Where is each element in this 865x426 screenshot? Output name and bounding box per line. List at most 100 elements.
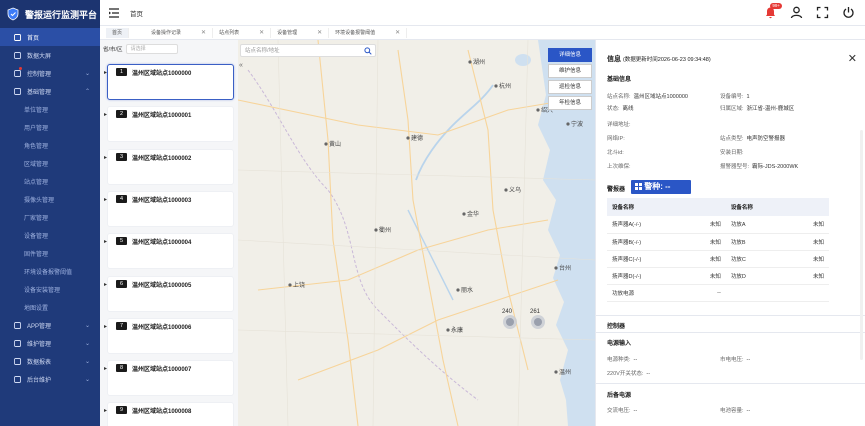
map-search-input[interactable]: 站点名称/地址: [240, 44, 376, 57]
backup-power-title: 后备电源: [607, 393, 632, 399]
sidebar-item[interactable]: 固件管理: [0, 244, 100, 262]
sidebar-item-label: 设备安装管理: [24, 287, 61, 294]
site-name: 温州区域站点1000004: [132, 240, 192, 247]
region-filter-label: 省/市/区: [103, 47, 123, 53]
expand-arrow-icon[interactable]: ▸: [104, 111, 107, 118]
sidebar-item[interactable]: 区域管理: [0, 154, 100, 172]
expand-arrow-icon[interactable]: ▸: [104, 365, 107, 372]
expand-arrow-icon[interactable]: ▸: [104, 323, 107, 330]
menu-item-icon: [14, 33, 21, 41]
close-tab-icon[interactable]: ✕: [317, 29, 322, 36]
map-view[interactable]: 杭州 湖州 绍兴 宁波 黄山 金华 衢州 丽水 温州 上饶 台州 建德 义乌 永康 240 261: [238, 40, 595, 426]
breadcrumb: 首页: [130, 10, 143, 18]
notification-bell-icon[interactable]: 99+: [764, 3, 782, 19]
site-name: 温州区域站点1000002: [132, 155, 192, 162]
menu-fold-icon[interactable]: [108, 7, 120, 19]
sidebar-item[interactable]: 设备管理: [0, 226, 100, 244]
map-info-buttons: 详细信息维护信息巡检信息年检信息: [548, 48, 592, 112]
table-cell: 未知: [680, 267, 726, 285]
sidebar-item[interactable]: 数据大屏: [0, 46, 100, 64]
sidebar-item[interactable]: 单位管理: [0, 100, 100, 118]
info-field: 安装日期:: [720, 150, 744, 156]
sidebar-item[interactable]: 厂家管理: [0, 208, 100, 226]
table-row: 扬声器C(-/-) 未知 功放C 未知: [607, 250, 829, 268]
city-label: 温州: [559, 368, 571, 376]
site-card[interactable]: ▸ 6 温州区域站点1000005: [104, 275, 234, 312]
search-icon[interactable]: [364, 47, 372, 55]
close-tab-icon[interactable]: ✕: [201, 29, 206, 36]
sidebar-item[interactable]: 控制管理 ⌄: [0, 64, 100, 82]
sidebar-item[interactable]: APP管理 ⌄: [0, 316, 100, 334]
expand-arrow-icon[interactable]: ▸: [104, 196, 107, 203]
expand-arrow-icon[interactable]: ▸: [104, 281, 107, 288]
brand: 警报运行监测平台: [0, 0, 100, 28]
collapse-list-icon[interactable]: «: [239, 62, 243, 69]
expand-arrow-icon[interactable]: ▸: [104, 238, 107, 245]
tab[interactable]: 首页: [106, 27, 130, 38]
tab-label: 站点列表: [219, 30, 240, 36]
sidebar-item[interactable]: 用户管理: [0, 118, 100, 136]
sidebar-item-label: 首页: [27, 35, 40, 42]
sidebar-item[interactable]: 角色管理: [0, 136, 100, 154]
column-header: 设备名称: [607, 198, 681, 216]
site-card[interactable]: ▸ 8 温州区域站点1000007: [104, 360, 234, 397]
city-label: 黄山: [329, 140, 341, 148]
column-header: 设备名称: [725, 198, 784, 216]
sidebar-item[interactable]: 后台维护 ⌄: [0, 370, 100, 388]
sidebar-item[interactable]: 设备安装管理: [0, 280, 100, 298]
header-actions: 99+: [764, 3, 855, 19]
power-field: 220V开关状态: --: [607, 371, 651, 377]
sidebar-item[interactable]: 数据报表 ⌄: [0, 352, 100, 370]
map-info-button[interactable]: 年检信息: [548, 96, 592, 110]
table-cell: 功放电源: [607, 284, 681, 302]
chevron-down-icon: ⌄: [84, 322, 90, 329]
info-scrollbar[interactable]: [860, 130, 863, 360]
map-info-button[interactable]: 维护信息: [548, 64, 592, 78]
city-dot: [462, 212, 466, 216]
sidebar-item[interactable]: 基础管理 ⌃: [0, 82, 100, 100]
info-field: 归属区域: 浙江省-温州-鹿城区: [720, 106, 795, 112]
info-field: 上次维保:: [607, 164, 631, 170]
user-icon[interactable]: [790, 6, 803, 19]
tab[interactable]: 站点列表 ✕: [213, 27, 272, 38]
site-card[interactable]: ▸ 9 温州区域站点1000008: [104, 402, 234, 426]
expand-arrow-icon[interactable]: ▸: [104, 69, 107, 76]
sidebar-item[interactable]: 站点管理: [0, 172, 100, 190]
expand-arrow-icon[interactable]: ▸: [104, 154, 107, 161]
sidebar-item[interactable]: 地图设置: [0, 298, 100, 316]
power-icon[interactable]: [842, 6, 855, 19]
site-card[interactable]: ▸ 2 温州区域站点1000001: [104, 106, 234, 143]
sidebar-item-label: 区域管理: [24, 161, 49, 168]
sidebar: 警报运行监测平台 首页数据大屏 控制管理 ⌄ 基础管理 ⌃ 单位管理 用户管理 角色管理区域管…: [0, 0, 100, 426]
site-card[interactable]: ▸ 3 温州区域站点1000002: [104, 148, 234, 185]
expand-arrow-icon[interactable]: ▸: [104, 407, 107, 414]
tab[interactable]: 环境设备报警阈值 ✕: [329, 27, 408, 38]
table-cell: --: [680, 284, 726, 302]
sidebar-item[interactable]: 摄像头管理: [0, 190, 100, 208]
site-card[interactable]: ▸ 5 温州区域站点1000004: [104, 233, 234, 270]
tab[interactable]: 设备管理 ✕: [271, 27, 330, 38]
sidebar-item[interactable]: 环境设备报警阈值: [0, 262, 100, 280]
info-field: 网络IP:: [607, 136, 625, 142]
map-info-button[interactable]: 巡检信息: [548, 80, 592, 94]
top-header: 首页 99+: [100, 0, 865, 26]
site-card[interactable]: ▸ 1 温州区域站点1000000: [104, 64, 234, 100]
close-tab-icon[interactable]: ✕: [259, 29, 264, 36]
close-icon[interactable]: ✕: [848, 52, 857, 65]
site-list-panel: 省/市/区 请选择 ▸ 1 温州区域站点1000000 ▸ 2 温州区域站点1000001…: [100, 40, 238, 426]
region-select[interactable]: 请选择: [125, 44, 178, 54]
info-updated-time: (数据更新时间2026-06-23 09:34:48): [622, 57, 711, 63]
sidebar-item[interactable]: 首页: [0, 28, 100, 46]
site-card[interactable]: ▸ 4 温州区域站点1000003: [104, 190, 234, 227]
map-info-button[interactable]: 详细信息: [548, 48, 592, 62]
city-label: 义乌: [509, 186, 521, 194]
site-card[interactable]: ▸ 7 温州区域站点1000006: [104, 317, 234, 354]
sidebar-item[interactable]: 维护管理 ⌄: [0, 334, 100, 352]
fullscreen-icon[interactable]: [816, 6, 829, 19]
menu-item-icon: [14, 357, 21, 365]
menu-item-icon: [14, 375, 21, 383]
tab[interactable]: 设备操作记录 ✕: [145, 27, 214, 38]
table-cell: 未知: [680, 233, 726, 251]
app-title: 警报运行监测平台: [25, 9, 98, 20]
close-tab-icon[interactable]: ✕: [395, 29, 400, 36]
